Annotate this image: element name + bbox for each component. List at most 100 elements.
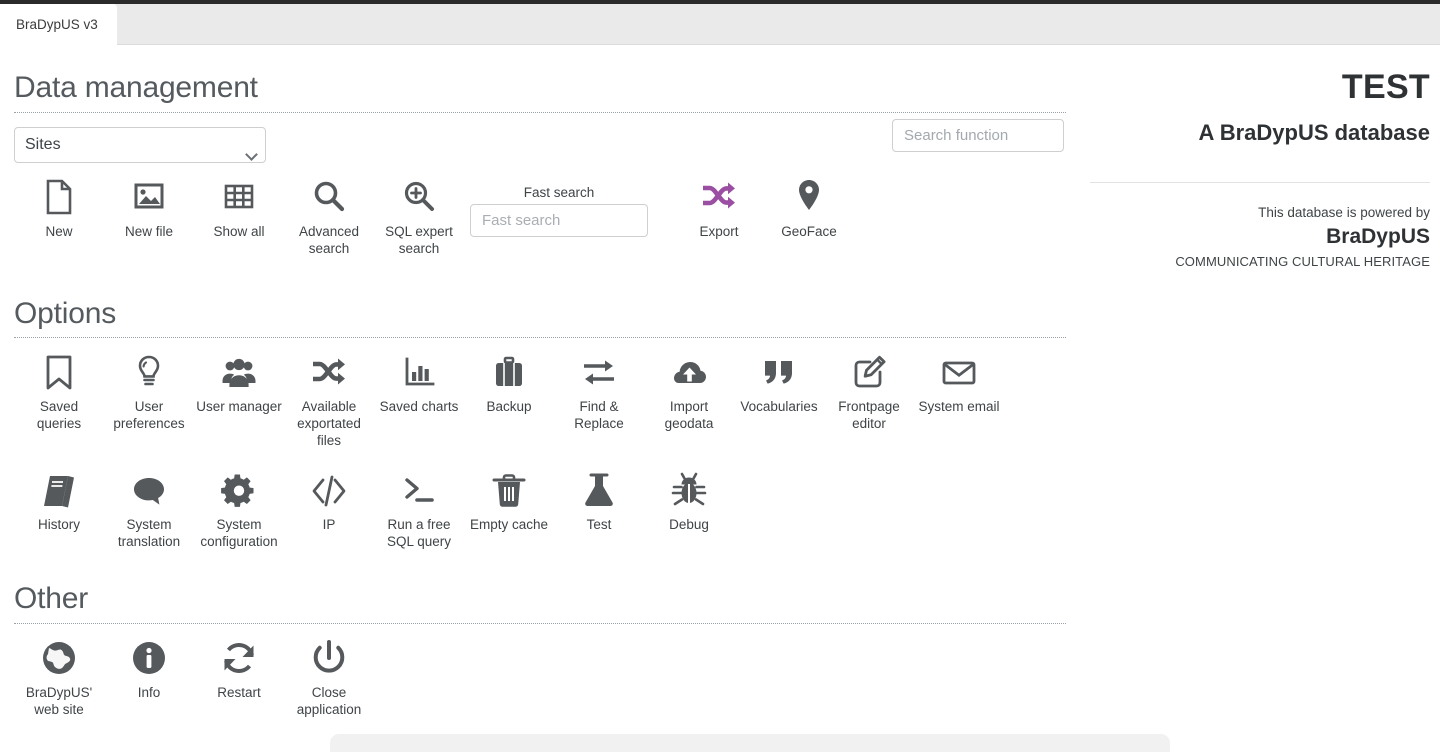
info-panel: TEST A BraDypUS database This database i… xyxy=(1080,45,1440,269)
pencil-square-icon xyxy=(824,350,914,396)
action-label: System translation xyxy=(117,517,181,549)
page-body: Data management Sites New New file Show al… xyxy=(0,45,1440,752)
globe-icon xyxy=(14,636,104,682)
action-label: Saved charts xyxy=(379,399,459,414)
book-icon xyxy=(14,468,104,514)
action-history[interactable]: History xyxy=(14,468,104,533)
power-icon xyxy=(284,636,374,682)
action-import-geodata[interactable]: Import geodata xyxy=(644,350,734,432)
action-close-application[interactable]: Close application xyxy=(284,636,374,718)
options-icon-row-2: History System translation System configurat… xyxy=(14,468,1080,568)
action-label: BraDypUS' web site xyxy=(25,684,93,717)
fast-search-label: Fast search xyxy=(523,184,595,200)
action-system-configuration[interactable]: System configuration xyxy=(194,468,284,550)
bug-icon xyxy=(644,468,734,514)
action-label: Restart xyxy=(217,684,261,700)
section-options: Options Saved queries User preferences User … xyxy=(0,297,1080,569)
briefcase-icon xyxy=(464,350,554,396)
action-show-all[interactable]: Show all xyxy=(194,175,284,240)
image-file-icon xyxy=(104,175,194,221)
brand-tagline: COMMUNICATING CULTURAL HERITAGE xyxy=(1175,254,1430,270)
action-user-manager[interactable]: User manager xyxy=(194,350,284,415)
search-function-input[interactable] xyxy=(892,118,1064,152)
action-ip[interactable]: IP xyxy=(284,468,374,533)
action-label: New xyxy=(45,223,73,239)
users-group-icon xyxy=(194,350,284,396)
action-available-exportated-files[interactable]: Available exportated files xyxy=(284,350,374,449)
action-vocabularies[interactable]: Vocabularies xyxy=(734,350,824,415)
data-management-controls: Sites xyxy=(14,113,1080,175)
action-label: Run a free SQL query xyxy=(386,517,452,549)
action-run-a-free-sql-query[interactable]: Run a free SQL query xyxy=(374,468,464,550)
action-label: Find & Replace xyxy=(574,399,624,431)
tab-label: BraDypUS v3 xyxy=(16,17,98,32)
action-new-file[interactable]: New file xyxy=(104,175,194,240)
action-empty-cache[interactable]: Empty cache xyxy=(464,468,554,533)
file-icon xyxy=(14,175,104,221)
action-label: System configuration xyxy=(200,517,278,549)
action-find-replace[interactable]: Find & Replace xyxy=(554,350,644,432)
action-backup[interactable]: Backup xyxy=(464,350,554,415)
action-label: Empty cache xyxy=(469,517,549,532)
action-frontpage-editor[interactable]: Frontpage editor xyxy=(824,350,914,432)
magnifier-icon xyxy=(284,175,374,221)
action-debug[interactable]: Debug xyxy=(644,468,734,533)
action-export[interactable]: Export xyxy=(674,175,764,240)
cloud-upload-icon xyxy=(644,350,734,396)
terminal-icon xyxy=(374,468,464,514)
tab-bradypus-v3[interactable]: BraDypUS v3 xyxy=(0,4,117,45)
speech-bubble-icon xyxy=(104,468,194,514)
database-subtitle: A BraDypUS database xyxy=(1198,120,1430,146)
action-label: Available exportated files xyxy=(297,399,361,448)
shuffle-icon xyxy=(674,175,764,221)
action-label: GeoFace xyxy=(781,223,837,239)
action-new[interactable]: New xyxy=(14,175,104,240)
info-panel-divider xyxy=(1090,182,1430,184)
action-geoface[interactable]: GeoFace xyxy=(764,175,854,240)
table-grid-icon xyxy=(194,175,284,221)
action-test[interactable]: Test xyxy=(554,468,644,533)
action-advanced-search[interactable]: Advanced search xyxy=(284,175,374,257)
action-saved-queries[interactable]: Saved queries xyxy=(14,350,104,432)
info-circle-icon xyxy=(104,636,194,682)
action-label: Close application xyxy=(296,684,362,717)
action-label: Show all xyxy=(213,223,265,239)
action-system-email[interactable]: System email xyxy=(914,350,1004,415)
trash-icon xyxy=(464,468,554,514)
exchange-arrows-icon xyxy=(554,350,644,396)
action-label: Backup xyxy=(486,399,532,414)
fast-search-control: Fast search xyxy=(470,185,648,237)
powered-by-text: This database is powered by xyxy=(1258,205,1430,221)
bar-chart-icon xyxy=(374,350,464,396)
main-content-column: Data management Sites New New file Show al… xyxy=(0,45,1080,736)
options-icon-row-1: Saved queries User preferences User manager A… xyxy=(14,350,1080,468)
action-label: Advanced search xyxy=(298,223,360,256)
page-title-data-management: Data management xyxy=(14,71,1066,113)
action-label: Debug xyxy=(669,517,709,532)
action-user-preferences[interactable]: User preferences xyxy=(104,350,194,432)
action-label: IP xyxy=(322,517,336,532)
action-label: History xyxy=(37,517,80,532)
action-info[interactable]: Info xyxy=(104,636,194,701)
map-pin-icon xyxy=(764,175,854,221)
fast-search-input[interactable] xyxy=(470,203,648,237)
action-sql-expert-search[interactable]: SQL expert search xyxy=(374,175,464,257)
site-select-wrapper: Sites xyxy=(14,126,266,163)
database-title: TEST xyxy=(1341,68,1430,106)
page-title-other: Other xyxy=(14,582,1066,624)
table-select[interactable]: Sites xyxy=(14,126,266,163)
action-bradypus-web-site[interactable]: BraDypUS' web site xyxy=(14,636,104,718)
flask-icon xyxy=(554,468,644,514)
action-restart[interactable]: Restart xyxy=(194,636,284,701)
gear-icon xyxy=(194,468,284,514)
action-label: Info xyxy=(137,684,161,700)
lightbulb-icon xyxy=(104,350,194,396)
action-label: New file xyxy=(124,223,173,239)
envelope-icon xyxy=(914,350,1004,396)
action-label: Frontpage editor xyxy=(838,399,900,431)
action-label: Export xyxy=(699,223,739,239)
code-tags-icon xyxy=(284,468,374,514)
magnifier-plus-icon xyxy=(374,175,464,221)
action-saved-charts[interactable]: Saved charts xyxy=(374,350,464,415)
action-system-translation[interactable]: System translation xyxy=(104,468,194,550)
